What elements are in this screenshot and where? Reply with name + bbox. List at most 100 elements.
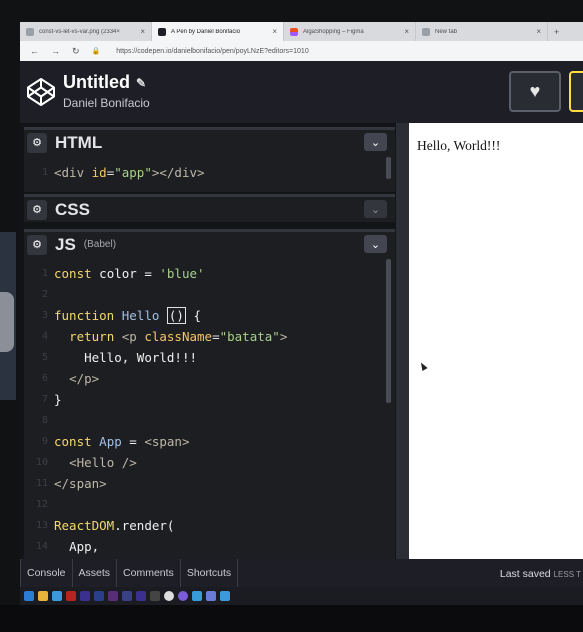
- line-number: 7: [41, 394, 48, 405]
- app-icon[interactable]: [192, 591, 202, 601]
- code-token: <span>: [144, 434, 190, 449]
- new-tab-button[interactable]: +: [548, 27, 565, 37]
- forward-icon[interactable]: →: [51, 46, 60, 56]
- code-line: 10 <Hello />: [24, 452, 137, 473]
- code-token: className: [136, 329, 213, 344]
- code-token: "batata": [219, 329, 280, 344]
- save-button[interactable]: [569, 71, 583, 112]
- address-bar: ← → ↻ 🔒 https://codepen.io/danielbonifac…: [20, 41, 583, 61]
- browser-tab-new[interactable]: New tab ×: [416, 22, 548, 41]
- edge-icon[interactable]: [220, 591, 230, 601]
- windows-start-icon[interactable]: [24, 591, 34, 601]
- code-line: 1 const color = 'blue': [24, 263, 205, 284]
- code-token: </p>: [69, 371, 100, 386]
- html-editor-header[interactable]: ⚙ HTML ⌄: [24, 127, 395, 155]
- js-code-area[interactable]: 1 const color = 'blue' 2 3 function Hell…: [24, 257, 395, 559]
- code-token: <Hello />: [69, 455, 137, 470]
- chevron-down-icon[interactable]: ⌄: [364, 235, 387, 253]
- browser-tab-figma[interactable]: AlgaShopping – Figma ×: [284, 22, 416, 41]
- url-field[interactable]: https://codepen.io/danielbonifacio/pen/p…: [116, 48, 308, 55]
- gear-icon[interactable]: ⚙: [27, 199, 47, 220]
- os-taskbar: [20, 587, 583, 605]
- reload-icon[interactable]: ↻: [72, 46, 80, 57]
- line-number: 1: [41, 268, 48, 279]
- code-token: ReactDOM: [54, 518, 115, 533]
- code-token: </span>: [54, 476, 107, 491]
- browser-tab-bar: const-vs-let-vs-var.png (2334× × A Pen b…: [20, 22, 583, 41]
- close-icon[interactable]: ×: [140, 27, 145, 36]
- codepen-logo-icon[interactable]: [26, 77, 56, 107]
- line-number: 2: [41, 289, 48, 300]
- code-line: 12: [24, 494, 54, 515]
- line-number: 9: [41, 436, 48, 447]
- close-icon[interactable]: ×: [536, 27, 541, 36]
- app-icon[interactable]: [108, 591, 118, 601]
- line-number: 4: [41, 331, 48, 342]
- image-icon: [26, 27, 34, 36]
- code-token: >: [279, 329, 288, 344]
- gear-icon[interactable]: ⚙: [27, 234, 47, 255]
- folder-icon[interactable]: [38, 591, 48, 601]
- code-token: function: [54, 308, 115, 323]
- browser-icon[interactable]: [52, 591, 62, 601]
- preview-output-text: Hello, World!!!: [417, 138, 501, 153]
- tab-label: const-vs-let-vs-var.png (2334×: [39, 28, 120, 35]
- code-token: const: [54, 266, 92, 281]
- css-editor-title: CSS: [55, 199, 90, 219]
- code-line: 8: [24, 410, 54, 431]
- pencil-icon[interactable]: ✎: [136, 76, 146, 90]
- shortcuts-button[interactable]: Shortcuts: [181, 559, 239, 587]
- app-icon[interactable]: [136, 591, 146, 601]
- premiere-icon[interactable]: [80, 591, 90, 601]
- code-token: color =: [91, 266, 160, 281]
- resize-divider[interactable]: [396, 123, 409, 559]
- code-line: 9 const App = <span>: [24, 431, 190, 452]
- pen-title[interactable]: Untitled ✎: [63, 72, 146, 93]
- gear-icon[interactable]: ⚙: [27, 132, 47, 153]
- browser-tab-image[interactable]: const-vs-let-vs-var.png (2334× ×: [20, 22, 152, 41]
- js-editor-header[interactable]: ⚙ JS (Babel) ⌄: [24, 229, 395, 257]
- close-icon[interactable]: ×: [404, 27, 409, 36]
- comments-button[interactable]: Comments: [117, 559, 181, 587]
- code-line: 5 Hello, World!!!: [24, 347, 197, 368]
- app-icon[interactable]: [150, 591, 160, 601]
- line-number: 6: [41, 373, 48, 384]
- text-cursor: (): [166, 307, 186, 324]
- code-line: 14 App,: [24, 536, 99, 557]
- close-icon[interactable]: ×: [272, 27, 277, 36]
- code-line: 4 return <p className = "batata" >: [24, 326, 287, 347]
- line-number: 5: [41, 352, 48, 363]
- pen-author[interactable]: Daniel Bonifacio: [63, 96, 150, 110]
- browser-tab-codepen[interactable]: A Pen by Daniel Bonifacio ×: [152, 22, 284, 41]
- heart-button[interactable]: ♥: [509, 71, 561, 112]
- code-token: "app": [114, 165, 152, 180]
- chevron-down-icon[interactable]: ⌄: [364, 133, 387, 151]
- code-token: 'blue': [159, 266, 205, 281]
- console-button[interactable]: Console: [20, 559, 73, 587]
- photoshop-icon[interactable]: [94, 591, 104, 601]
- chevron-down-icon[interactable]: ⌄: [364, 200, 387, 218]
- result-preview[interactable]: Hello, World!!!: [409, 123, 583, 559]
- app-icon[interactable]: [206, 591, 216, 601]
- js-editor-title: JS: [55, 234, 76, 254]
- html-code-area[interactable]: 1 <div id = "app" ></div>: [24, 155, 395, 192]
- app-icon[interactable]: [178, 591, 188, 601]
- code-token: return: [69, 329, 115, 344]
- line-number: 8: [41, 415, 48, 426]
- chrome-icon[interactable]: [164, 591, 174, 601]
- assets-button[interactable]: Assets: [73, 559, 118, 587]
- scrollbar[interactable]: [386, 157, 391, 179]
- pen-title-text[interactable]: Untitled: [63, 72, 130, 93]
- code-token: ></div>: [151, 165, 205, 180]
- css-editor-header[interactable]: ⚙ CSS ⌄: [24, 194, 395, 222]
- scrollbar[interactable]: [386, 259, 391, 403]
- back-icon[interactable]: ←: [30, 46, 39, 56]
- code-token: id: [84, 165, 107, 180]
- app-icon[interactable]: [122, 591, 132, 601]
- illustrator-icon[interactable]: [66, 591, 76, 601]
